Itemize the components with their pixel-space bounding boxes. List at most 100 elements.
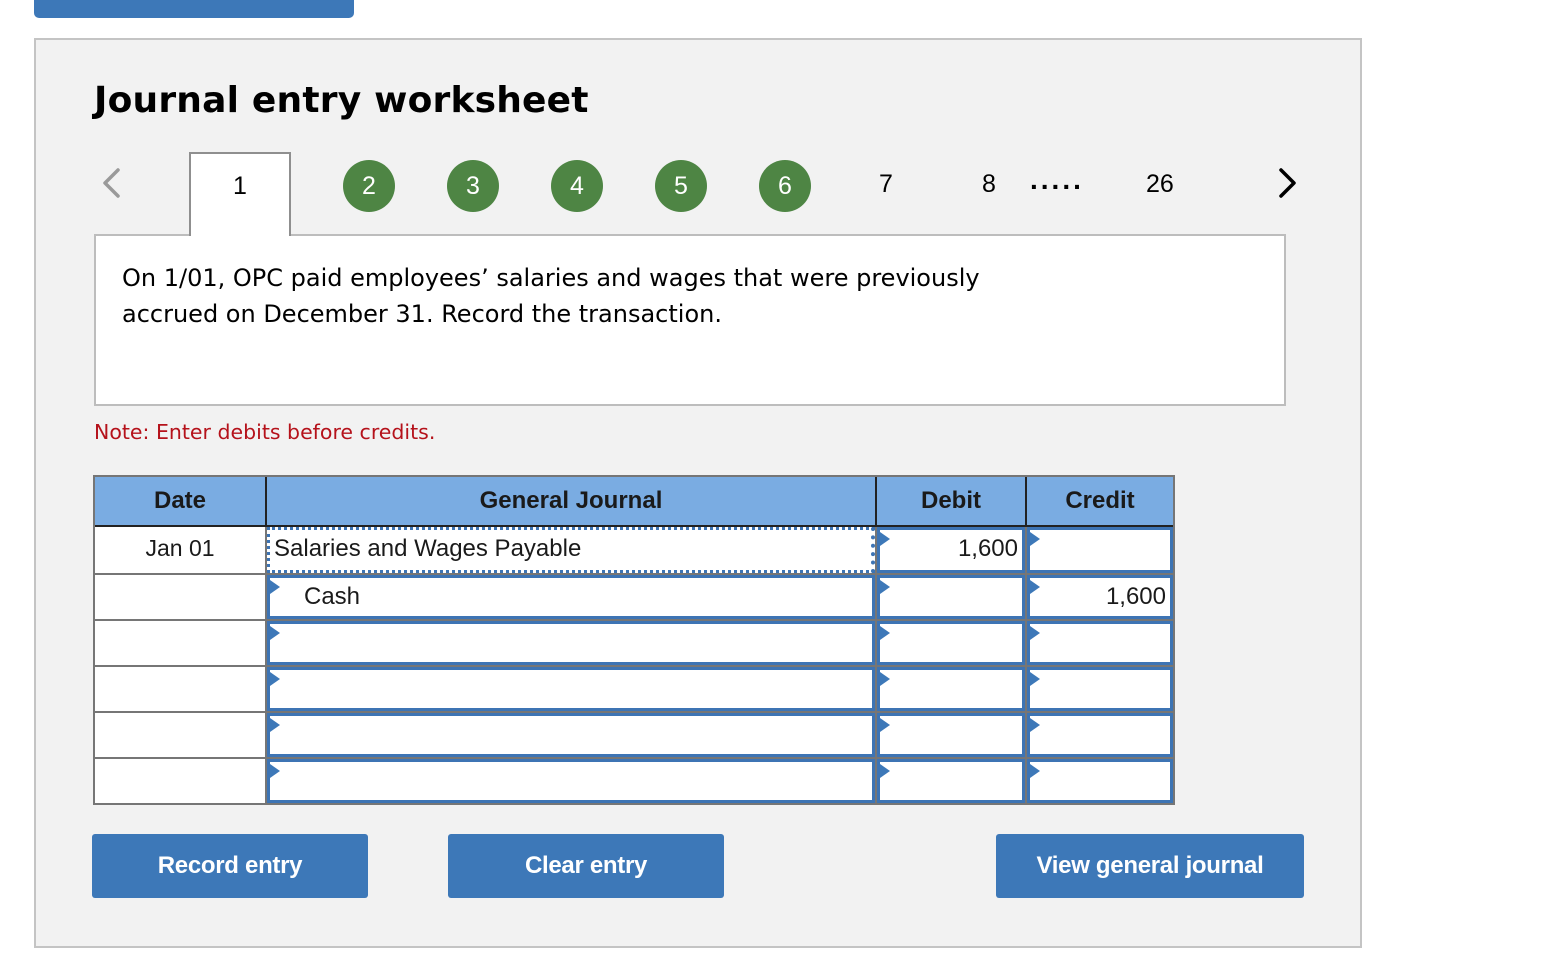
header-credit: Credit [1025,477,1173,525]
header-general-journal: General Journal [265,477,875,525]
dropdown-flag-icon [880,764,890,778]
chevron-left-icon [103,168,120,198]
table-row [95,757,1173,803]
entry-pager: 1 2 3 4 5 6 7 8 ..... 26 [36,152,1364,236]
date-cell: Jan 01 [95,527,265,573]
dropdown-flag-icon [880,626,890,640]
debit-input[interactable] [877,575,1025,619]
dropdown-flag-icon [880,580,890,594]
date-cell [95,575,265,619]
worksheet-title: Journal entry worksheet [94,80,589,121]
credit-input[interactable] [1027,621,1173,665]
page-tab-6[interactable]: 6 [759,160,811,212]
journal-table: Date General Journal Debit Credit Jan 01… [93,475,1175,805]
page-tab-2[interactable]: 2 [343,160,395,212]
debit-input[interactable] [877,759,1025,803]
account-value: Cash [304,583,361,610]
credit-cell [1025,527,1173,573]
credit-value: 1,600 [1105,583,1166,610]
table-row [95,665,1173,711]
date-cell [95,713,265,757]
question-box: On 1/01, OPC paid employees’ salaries an… [94,234,1286,406]
dropdown-flag-icon [1030,718,1040,732]
dropdown-flag-icon [880,532,890,546]
dropdown-flag-icon [880,672,890,686]
date-cell [95,667,265,711]
credit-cell [1025,667,1173,711]
account-cell [265,713,875,757]
credit-input[interactable] [1027,527,1173,573]
credit-input[interactable]: 1,600 [1027,575,1173,619]
dropdown-flag-icon [1030,626,1040,640]
debit-cell [875,621,1025,665]
page-tab-7[interactable]: 7 [879,170,893,199]
table-row: Jan 01 Salaries and Wages Payable 1,600 [95,527,1173,573]
account-cell: Cash [265,575,875,619]
debit-cell [875,713,1025,757]
debit-cell [875,575,1025,619]
account-cell [265,759,875,803]
table-row [95,619,1173,665]
debit-cell: 1,600 [875,527,1025,573]
page-tab-4[interactable]: 4 [551,160,603,212]
dropdown-flag-icon [270,626,280,640]
page-tab-1[interactable]: 1 [189,152,291,236]
header-date: Date [153,487,207,514]
page-tab-26[interactable]: 26 [1146,170,1174,199]
credit-cell [1025,621,1173,665]
page-tab-1-label: 1 [233,172,247,200]
credit-cell [1025,759,1173,803]
dropdown-flag-icon [880,718,890,732]
account-cell [265,667,875,711]
debit-input[interactable] [877,667,1025,711]
clear-entry-button[interactable]: Clear entry [448,834,724,898]
account-cell: Salaries and Wages Payable [265,527,875,573]
account-input[interactable] [267,713,875,757]
journal-worksheet-panel: Journal entry worksheet 1 2 3 4 5 6 7 8 … [34,38,1362,948]
dropdown-flag-icon [270,764,280,778]
date-cell [95,759,265,803]
debit-cell [875,667,1025,711]
debit-input[interactable] [877,713,1025,757]
account-cell [265,621,875,665]
top-tab-bar [34,0,354,18]
dropdown-flag-icon [1030,672,1040,686]
credit-cell: 1,600 [1025,575,1173,619]
credit-input[interactable] [1027,759,1173,803]
dropdown-flag-icon [270,672,280,686]
account-input[interactable] [267,759,875,803]
debit-value: 1,600 [957,535,1018,562]
account-input[interactable] [267,667,875,711]
table-row [95,711,1173,757]
debit-input[interactable]: 1,600 [877,527,1025,573]
credit-cell [1025,713,1173,757]
view-general-journal-button[interactable]: View general journal [996,834,1304,898]
dropdown-flag-icon [270,718,280,732]
debit-cell [875,759,1025,803]
chevron-right-icon [1279,168,1296,198]
account-value: Salaries and Wages Payable [274,535,582,562]
table-row: Cash 1,600 [95,573,1173,619]
previous-entry-button[interactable] [96,166,126,200]
date-cell [95,621,265,665]
account-input[interactable] [267,621,875,665]
record-entry-button[interactable]: Record entry [92,834,368,898]
journal-header-row: Date General Journal Debit Credit [95,477,1173,527]
instruction-note: Note: Enter debits before credits. [94,420,436,444]
page-tab-8[interactable]: 8 [982,170,996,199]
page-ellipsis: ..... [1030,164,1084,195]
account-input[interactable]: Cash [267,575,875,619]
dropdown-flag-icon [1030,764,1040,778]
next-entry-button[interactable] [1272,166,1302,200]
journal-body: Jan 01 Salaries and Wages Payable 1,600 [95,527,1173,803]
dropdown-flag-icon [270,580,280,594]
credit-input[interactable] [1027,713,1173,757]
page-tab-3[interactable]: 3 [447,160,499,212]
question-text: On 1/01, OPC paid employees’ salaries an… [122,264,980,328]
page-tab-5[interactable]: 5 [655,160,707,212]
debit-input[interactable] [877,621,1025,665]
credit-input[interactable] [1027,667,1173,711]
dropdown-flag-icon [1030,532,1040,546]
dropdown-flag-icon [1030,580,1040,594]
account-input[interactable]: Salaries and Wages Payable [267,527,875,573]
